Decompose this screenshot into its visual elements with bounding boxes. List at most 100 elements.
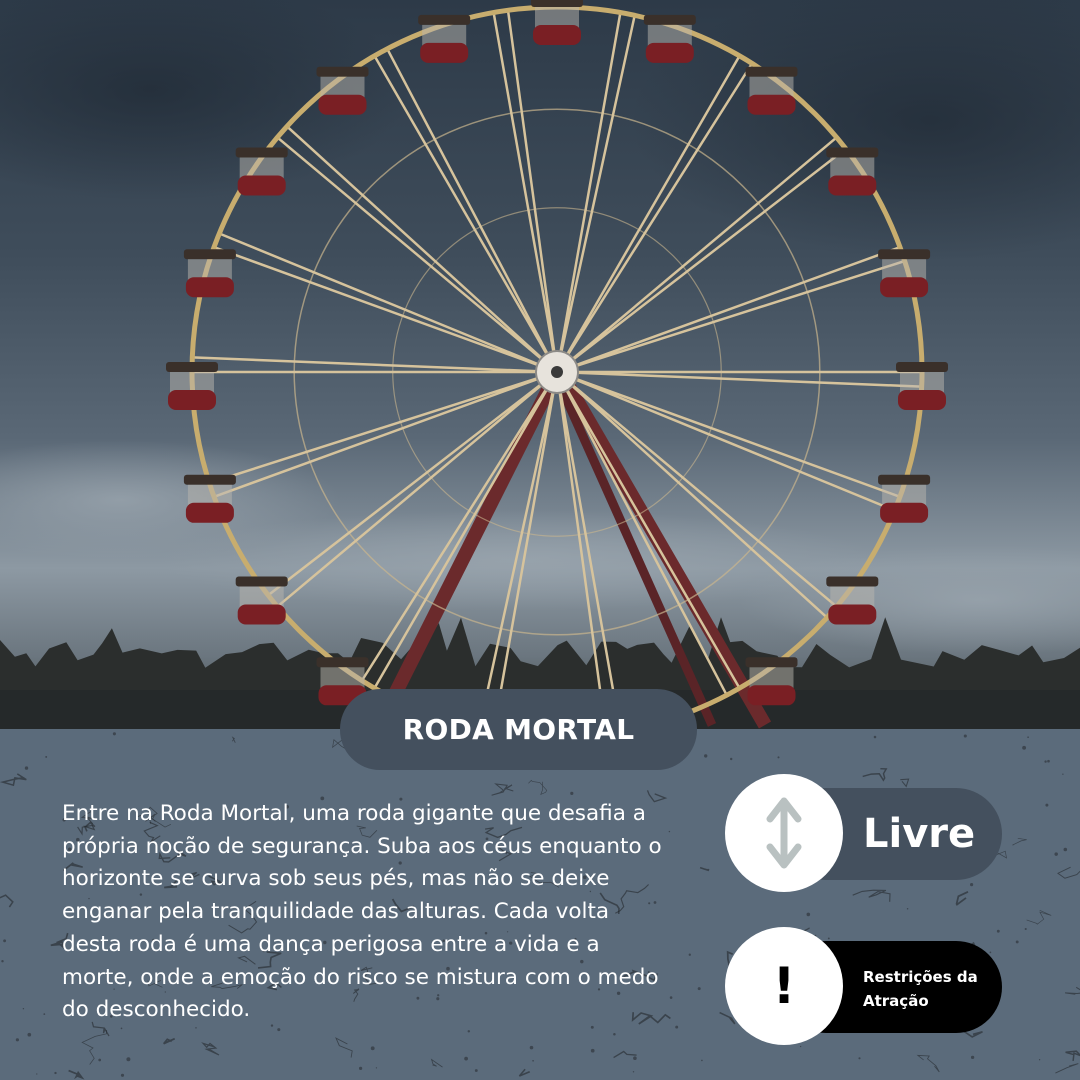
gondola — [235, 576, 288, 625]
texture-speck — [701, 1059, 703, 1062]
gondola — [896, 362, 948, 410]
texture-speck — [3, 939, 7, 943]
texture-speck — [1038, 1059, 1041, 1061]
texture-crack — [201, 1042, 220, 1056]
texture-speck — [45, 755, 48, 758]
gondola-roof — [418, 14, 471, 25]
texture-speck — [36, 1073, 38, 1075]
gondola — [183, 474, 236, 523]
texture-speck — [370, 1046, 375, 1051]
texture-crack — [163, 1037, 176, 1045]
texture-crack — [1012, 837, 1027, 846]
texture-speck — [1047, 759, 1050, 763]
gondola-roof — [166, 362, 218, 372]
texture-speck — [570, 791, 574, 795]
gondola-roof — [531, 0, 583, 7]
ferris-wheel-photo — [0, 0, 1080, 729]
gondola-body — [420, 42, 469, 63]
texture-speck — [195, 1027, 197, 1029]
texture-speck — [98, 1058, 102, 1062]
up-down-arrow-icon — [766, 797, 802, 869]
texture-crack — [916, 1054, 940, 1073]
texture-speck — [799, 1045, 802, 1048]
texture-crack — [1055, 1063, 1079, 1074]
texture-speck — [688, 953, 691, 956]
height-badge-circle — [725, 774, 843, 892]
gondola — [183, 249, 236, 298]
texture-speck — [24, 766, 29, 770]
texture-speck — [27, 1032, 32, 1037]
texture-speck — [675, 1025, 679, 1029]
texture-speck — [704, 754, 708, 758]
texture-crack — [81, 1029, 108, 1065]
gondola — [418, 14, 471, 63]
attraction-card: RODA MORTAL Entre na Roda Mortal, uma ro… — [0, 0, 1080, 1080]
texture-speck — [1024, 927, 1027, 931]
texture-speck — [963, 734, 967, 738]
texture-speck — [1044, 760, 1047, 763]
gondola — [235, 147, 288, 196]
gondola-roof — [316, 657, 369, 668]
gondola — [745, 657, 798, 706]
gondola-body — [318, 94, 367, 115]
texture-speck — [1063, 847, 1068, 852]
gondola — [166, 362, 218, 410]
gondola-body — [168, 390, 216, 410]
texture-crack — [1065, 986, 1080, 995]
texture-speck — [806, 912, 811, 917]
texture-speck — [777, 756, 780, 759]
gondola-body — [185, 277, 234, 298]
gondola-body — [237, 175, 286, 196]
texture-speck — [358, 1066, 363, 1071]
gondola — [878, 249, 931, 298]
texture-speck — [1045, 803, 1049, 807]
texture-speck — [632, 1071, 635, 1073]
texture-speck — [613, 1032, 616, 1036]
texture-crack — [518, 1068, 531, 1077]
texture-speck — [277, 1028, 281, 1032]
gondola-body — [185, 502, 234, 523]
hub-center — [551, 366, 563, 378]
texture-crack — [955, 891, 969, 906]
texture-speck — [112, 732, 116, 736]
spoke — [556, 370, 922, 388]
texture-speck — [529, 1045, 534, 1050]
texture-speck — [669, 996, 673, 999]
height-badge: Livre — [725, 774, 1002, 892]
texture-speck — [697, 987, 701, 991]
spoke — [556, 246, 906, 374]
restrictions-badge[interactable]: ! Restrições da Atração — [725, 927, 1002, 1045]
restrictions-badge-label: Restrições da Atração — [863, 968, 978, 1010]
gondola-body — [880, 502, 929, 523]
texture-crack — [1057, 866, 1080, 879]
texture-speck — [126, 1057, 131, 1062]
height-badge-label: Livre — [863, 811, 976, 857]
texture-speck — [1062, 773, 1064, 775]
gondola-roof — [183, 249, 236, 260]
texture-speck — [1027, 736, 1029, 739]
texture-speck — [22, 1008, 25, 1010]
gondola-roof — [235, 576, 288, 587]
texture-crack — [699, 866, 710, 872]
texture-crack — [1026, 910, 1052, 925]
gondola-roof — [826, 147, 879, 158]
texture-speck — [467, 1030, 471, 1033]
gondola-roof — [878, 474, 931, 485]
gondola-body — [828, 604, 877, 625]
texture-speck — [474, 1069, 478, 1072]
gondola — [745, 66, 798, 115]
gondola-roof — [745, 657, 798, 668]
texture-speck — [1054, 852, 1058, 856]
texture-speck — [1, 960, 4, 963]
texture-crack — [0, 894, 14, 908]
restrictions-badge-circle: ! — [725, 927, 843, 1045]
gondola-body — [898, 390, 946, 410]
gondola-body — [645, 42, 694, 63]
gondola-roof — [643, 14, 696, 25]
texture-crack — [613, 1050, 637, 1059]
texture-speck — [858, 1057, 861, 1060]
gondola — [531, 0, 583, 45]
gondola — [826, 576, 879, 625]
gondola — [643, 14, 696, 63]
texture-speck — [906, 907, 909, 910]
